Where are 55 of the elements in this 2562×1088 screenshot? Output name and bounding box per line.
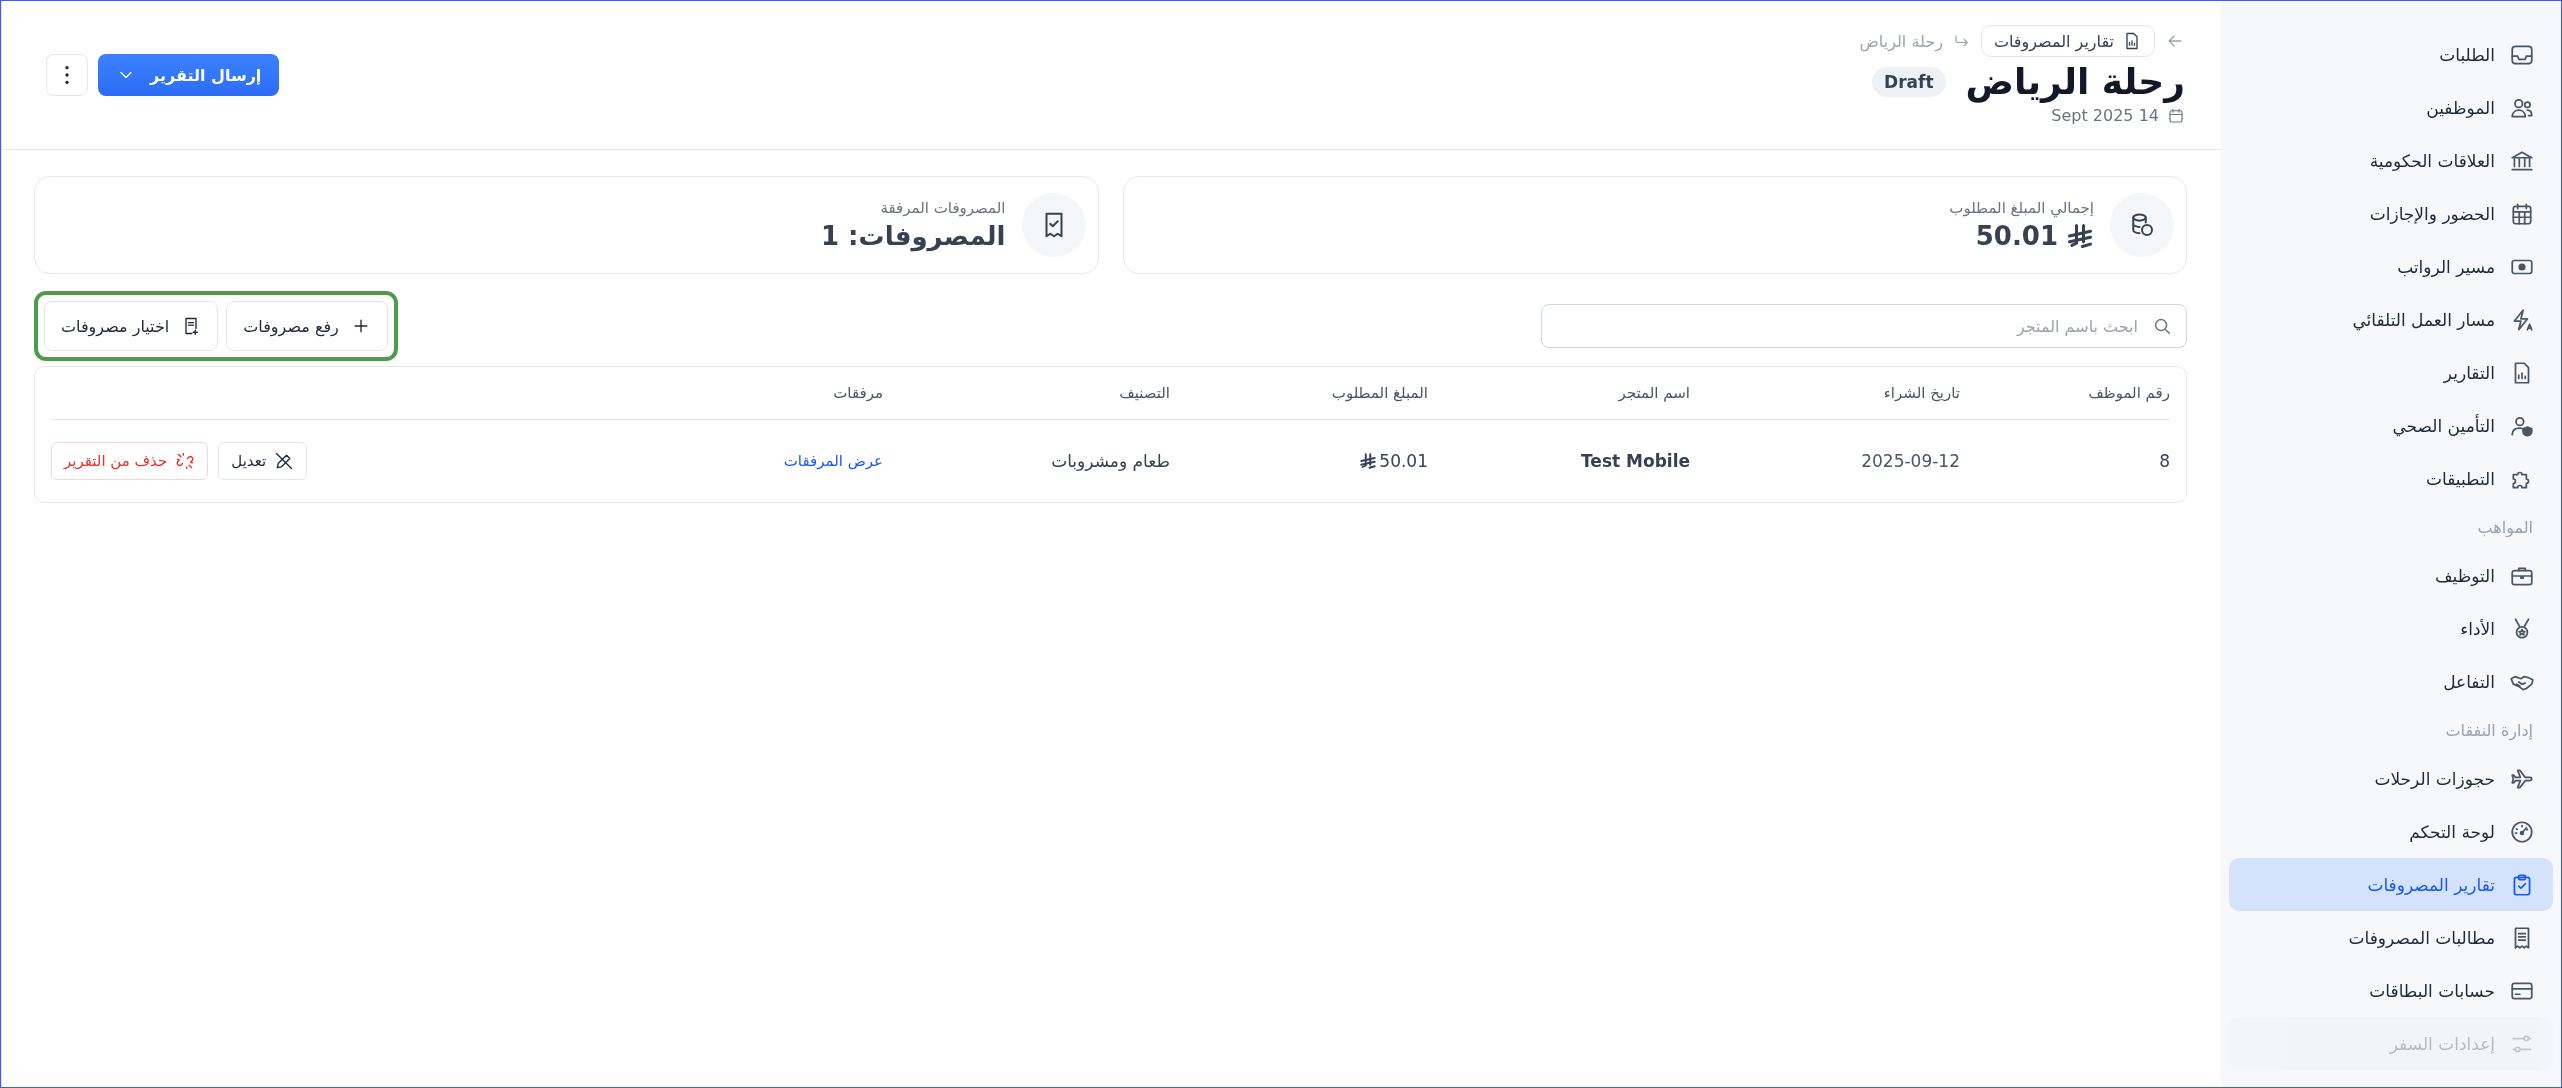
sidebar-item[interactable]: التقارير [2229, 346, 2553, 399]
summary-value: المصروفات: 1 [820, 221, 1006, 251]
sidebar-item[interactable]: الحضور والإجازات [2229, 187, 2553, 240]
sidebar-item[interactable]: حسابات البطاقات [2229, 964, 2553, 1017]
breadcrumb-link[interactable]: تقارير المصروفات [1980, 25, 2155, 57]
column-header: اسم المتجر [1428, 367, 1690, 420]
sidebar-item[interactable]: لوحة التحكم [2229, 805, 2553, 858]
gauge-icon [2509, 818, 2535, 845]
sidebar-item[interactable]: العلاقات الحكومية [2229, 134, 2553, 187]
table-cell: 50.01 [1379, 451, 1428, 471]
page-title: رحلة الرياض [1965, 61, 2185, 102]
sidebar-item[interactable]: الطلبات [2229, 28, 2553, 81]
column-header: التصنيف [883, 367, 1170, 420]
vertical-dots-icon [65, 66, 69, 84]
sidebar-item[interactable]: التفاعل [2229, 655, 2553, 708]
sidebar-item[interactable]: الأداء [2229, 602, 2553, 655]
sidebar-item[interactable]: تقارير المصروفات [2229, 858, 2553, 911]
send-report-button[interactable]: إرسال التقرير [98, 54, 280, 96]
broken-link-icon [175, 451, 196, 471]
sidebar-item[interactable]: مسير الرواتب [2229, 240, 2553, 293]
status-badge: Draft [1872, 66, 1946, 97]
toolbar-button[interactable]: رفع مصروفات [226, 301, 388, 351]
remove-from-report-button[interactable]: حذف من التقرير [51, 442, 209, 480]
report-date: Sept 2025 14 [2051, 106, 2159, 125]
column-header: تاريخ الشراء [1690, 367, 1960, 420]
sidebar-item[interactable]: مطالبات المصروفات [2229, 911, 2553, 964]
table-cell-text: طعام ومشروبات [1050, 450, 1170, 473]
edit-button[interactable]: تعديل [218, 442, 308, 480]
calendar-icon [2509, 200, 2535, 227]
riyal-sign-icon [1359, 452, 1378, 470]
column-header: المبلغ المطلوب [1170, 367, 1428, 420]
pencil-icon [274, 451, 295, 471]
column-header: مرفقات [307, 367, 883, 420]
table-cell-text: 2025-09-12 [1860, 450, 1960, 473]
summary-label: إجمالي المبلغ المطلوب [1949, 199, 2094, 217]
sidebar-item[interactable]: حجوزات الرحلات [2229, 752, 2553, 805]
table-cell-text: 8 [2158, 450, 2170, 473]
sidebar-item[interactable]: التأمين الصحي [2229, 399, 2553, 452]
toolbar-button[interactable]: اختيار مصروفات [44, 301, 219, 351]
sidebar-item[interactable]: التوظيف [2229, 549, 2553, 602]
summary-value: 50.01 [1975, 221, 2058, 251]
sidebar-item[interactable]: التطبيقات [2229, 452, 2553, 505]
sidebar-section-label: المواهب [2476, 516, 2534, 540]
search-field[interactable]: ابحث باسم المتجر [1541, 304, 2187, 348]
view-attachments-link[interactable]: عرض المرفقات [783, 452, 883, 470]
sidebar-section-label: إدارة النفقات [2444, 719, 2534, 743]
more-options-button[interactable] [46, 54, 88, 96]
riyal-sign-icon [2066, 222, 2094, 250]
summary-label: المصروفات المرفقة [879, 199, 1006, 217]
breadcrumb-current: رحلة الرياض [1859, 31, 1943, 51]
calendar-icon [2167, 106, 2185, 125]
sidebar-item[interactable]: مسار العمل التلقائي [2229, 293, 2553, 346]
sidebar-item[interactable]: الموظفين [2229, 81, 2553, 134]
table-cell-text: Test Mobile [1580, 450, 1690, 473]
column-header: رقم الموظف [1960, 367, 2170, 420]
